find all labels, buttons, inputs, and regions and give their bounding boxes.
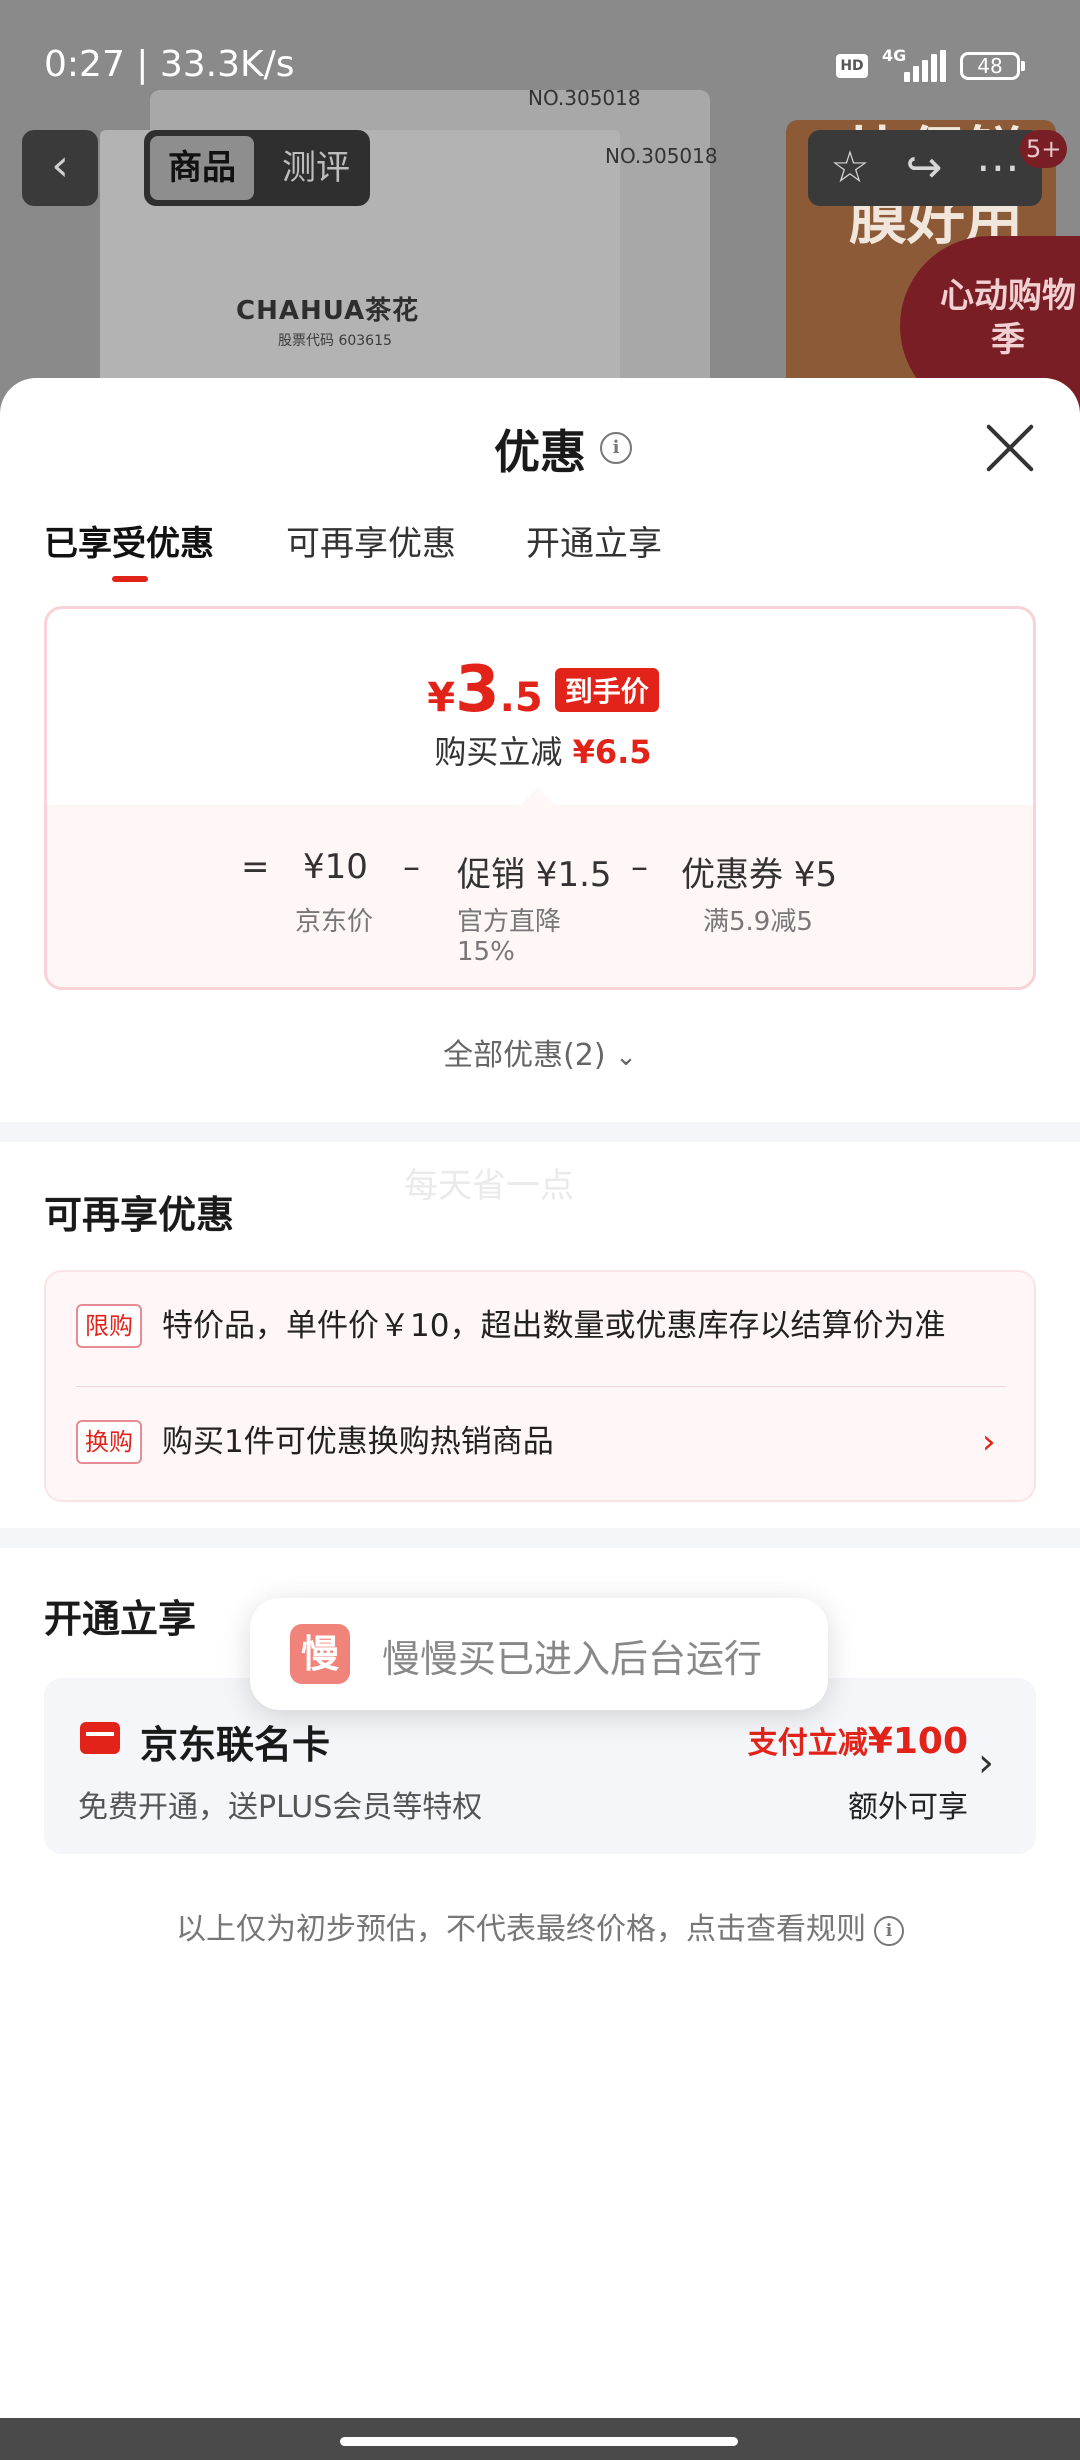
hd-icon: HD (836, 54, 868, 78)
star-icon[interactable]: ☆ (822, 140, 878, 196)
app-icon: 慢 (290, 1624, 350, 1684)
tab-activate[interactable]: 开通立享 (526, 516, 662, 565)
price-breakdown-area (47, 805, 1033, 987)
tab-product[interactable]: 商品 (150, 136, 254, 200)
all-offers-label: 全部优惠(2) (443, 1038, 606, 1073)
product-brand: CHAHUA茶花 (236, 296, 420, 326)
share-icon[interactable]: ↪ (896, 140, 952, 196)
background-run-toast: 慢 慢慢买已进入后台运行 (250, 1598, 828, 1710)
product-number-label: NO.305018 (605, 144, 718, 168)
limit-tag: 限购 (76, 1304, 142, 1348)
product-stock-code: 股票代码 603615 (278, 333, 392, 349)
status-bar: 0:27 | 33.3K/s HD 4G 48 (0, 0, 1080, 130)
coupon-label: 满5.9减5 (703, 907, 813, 937)
chevron-right-icon: › (982, 1422, 996, 1462)
chevron-right-icon: › (978, 1740, 994, 1786)
divider (76, 1386, 1006, 1387)
activate-title: 开通立享 (44, 1597, 197, 1641)
trade-in-tag: 换购 (76, 1420, 142, 1464)
section-divider (0, 1122, 1080, 1142)
tab-enjoyed-offers[interactable]: 已享受优惠 (44, 516, 214, 565)
card-description: 免费开通，送PLUS会员等特权 (78, 1790, 483, 1825)
pay-discount-label: 支付立减 (747, 1726, 868, 1761)
close-icon[interactable] (980, 418, 1040, 478)
section-divider (0, 1528, 1080, 1548)
price-currency: ¥ (427, 675, 456, 721)
trade-in-row[interactable]: 换购 购买1件可优惠换购热销商品 (76, 1420, 1016, 1470)
info-icon[interactable]: i (600, 432, 632, 464)
sheet-title: 优惠 (494, 425, 586, 479)
tab-more-offers[interactable]: 可再享优惠 (286, 516, 456, 565)
offers-sheet: 优惠 i 已享受优惠 可再享优惠 开通立享 ¥3.5 到手价 购买立减 ¥6.5 … (0, 378, 1080, 2418)
promo-deduction: 促销 ¥1.5 (457, 855, 612, 895)
disclaimer[interactable]: 以上仅为初步预估，不代表最终价格，点击查看规则 i (0, 1904, 1080, 1948)
toast-text: 慢慢买已进入后台运行 (382, 1637, 763, 1681)
final-price-badge: 到手价 (554, 668, 659, 712)
all-offers-toggle[interactable]: 全部优惠(2) ⌄ (0, 1030, 1080, 1074)
offer-tabs: 已享受优惠 可再享优惠 开通立享 (0, 516, 1080, 586)
back-button[interactable]: ‹ (22, 130, 98, 206)
minus-sign: – (631, 847, 648, 887)
promo-badge-text: 心动购物季 (940, 276, 1076, 360)
battery-icon: 48 (960, 52, 1025, 80)
promo-percent: 15% (457, 937, 515, 967)
promo-label: 官方直降 (457, 907, 562, 937)
coupon-deduction: 优惠券 ¥5 (681, 855, 838, 895)
info-icon: i (874, 1916, 904, 1946)
status-time: 0:27 | 33.3K/s (44, 44, 295, 85)
active-tab-indicator (112, 576, 148, 582)
signal-icon (904, 50, 948, 82)
network-type: 4G (882, 46, 907, 65)
discount-summary: 购买立减 ¥6.5 (47, 727, 1033, 773)
minus-sign: – (403, 847, 420, 887)
credit-card-icon (80, 1722, 120, 1754)
more-offers-title: 可再享优惠 (44, 1193, 235, 1237)
cart-count-badge: 5+ (1020, 130, 1068, 168)
discount-amount: ¥6.5 (572, 733, 652, 771)
chevron-left-icon: ‹ (51, 140, 69, 191)
disclaimer-text: 以上仅为初步预估，不代表最终价格，点击查看规则 (176, 1912, 866, 1947)
equals-sign: = (241, 847, 270, 887)
product-nav-tabs: 商品 测评 (144, 130, 370, 206)
trade-in-text: 购买1件可优惠换购热销商品 (162, 1424, 554, 1460)
product-actions: ☆ ↪ ⋯ (808, 130, 1042, 206)
final-price-card: ¥3.5 到手价 购买立减 ¥6.5 = ¥10 – 促销 ¥1.5 – 优惠券 … (44, 606, 1036, 990)
price-integer: 3 (455, 653, 500, 727)
card-name: 京东联名卡 (140, 1723, 331, 1767)
watermark: 每天省一点 (404, 1166, 574, 1206)
discount-label: 购买立减 (434, 733, 563, 771)
jd-price: ¥10 (303, 847, 368, 887)
more-offers-list: 限购 特价品，单件价￥10，超出数量或优惠库存以结算价为准 换购 购买1件可优惠… (44, 1270, 1036, 1502)
jd-price-label: 京东价 (295, 907, 374, 937)
card-pay-discount: 支付立减¥100 (748, 1718, 968, 1762)
more-icon[interactable]: ⋯ (970, 140, 1026, 196)
extra-benefit-label: 额外可享 (848, 1790, 968, 1825)
final-price: ¥3.5 到手价 (47, 653, 1033, 727)
limit-text: 特价品，单件价￥10，超出数量或优惠库存以结算价为准 (162, 1308, 946, 1344)
price-decimal: .5 (499, 675, 543, 721)
tab-review[interactable]: 测评 (266, 136, 366, 200)
chevron-down-icon: ⌄ (615, 1042, 637, 1072)
pay-discount-amount: ¥100 (867, 1721, 968, 1762)
home-indicator[interactable] (340, 2437, 738, 2446)
